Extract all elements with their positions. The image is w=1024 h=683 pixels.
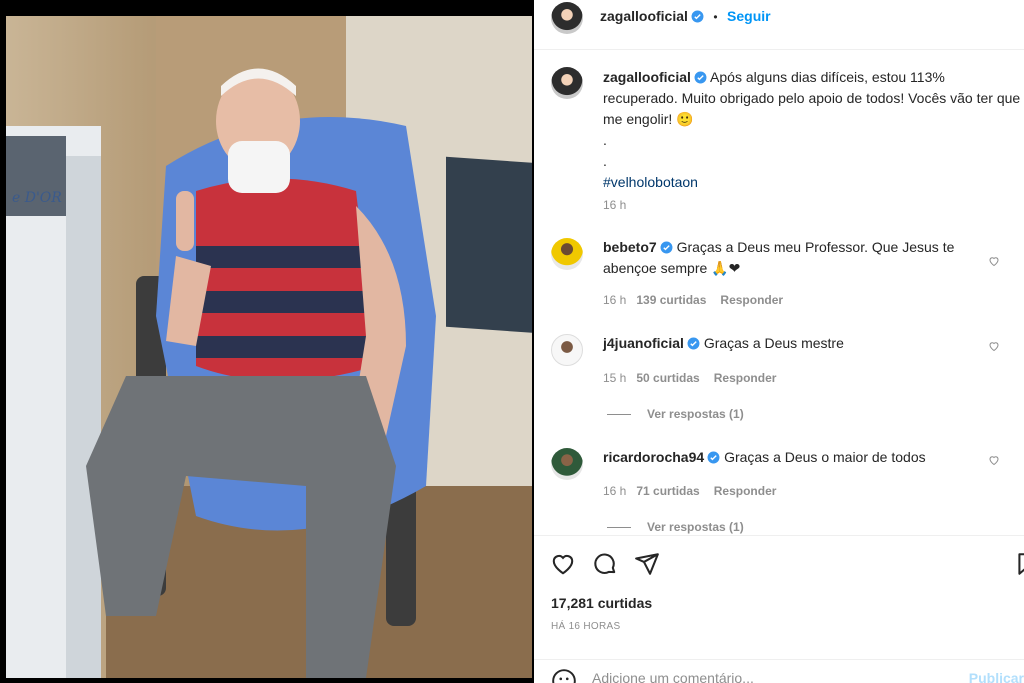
- post-timestamp: HÁ 16 HORAS: [551, 621, 621, 632]
- caption-dot: .: [603, 153, 607, 169]
- svg-text:e D'OR: e D'OR: [12, 190, 62, 206]
- comment-time: 16 h: [603, 484, 627, 498]
- comment-username[interactable]: ricardorocha94: [603, 449, 704, 465]
- view-replies-button[interactable]: Ver respostas (1): [607, 407, 744, 421]
- comment-likes[interactable]: 71 curtidas: [636, 484, 699, 498]
- comment-bubble-icon[interactable]: [592, 551, 618, 577]
- header-separator: •: [713, 10, 718, 24]
- avatar[interactable]: [551, 334, 583, 366]
- publish-button[interactable]: Publicar: [969, 670, 1024, 683]
- comment-time: 15 h: [603, 371, 627, 385]
- caption: zagallooficial Após alguns dias difíceis…: [603, 67, 1023, 193]
- reply-button[interactable]: Responder: [714, 371, 777, 385]
- post-photo[interactable]: e D'OR: [0, 0, 534, 683]
- verified-badge-icon: [694, 71, 707, 84]
- bookmark-icon[interactable]: [1014, 551, 1024, 577]
- photo-illustration: e D'OR: [6, 16, 532, 678]
- hashtag-link[interactable]: #velholobotaon: [603, 172, 1023, 193]
- heart-icon[interactable]: [988, 454, 1000, 466]
- post-side-panel: zagallooficial • Seguir zagallooficial A…: [534, 0, 1024, 683]
- comment-text: Graças a Deus o maior de todos: [724, 449, 926, 465]
- comment-username[interactable]: bebeto7: [603, 239, 657, 255]
- caption-time: 16 h: [603, 198, 627, 212]
- divider: [607, 527, 631, 529]
- comment: j4juanoficial Graças a Deus mestre: [603, 333, 973, 354]
- likes-count[interactable]: 17,281 curtidas: [551, 595, 652, 611]
- view-replies-label: Ver respostas (1): [647, 520, 744, 534]
- smiley-icon[interactable]: [551, 668, 577, 683]
- comment: bebeto7 Graças a Deus meu Professor. Que…: [603, 237, 973, 279]
- header-username[interactable]: zagallooficial: [600, 8, 688, 24]
- reply-button[interactable]: Responder: [714, 484, 777, 498]
- post-image: e D'OR: [6, 16, 532, 678]
- verified-badge-icon: [687, 337, 700, 350]
- heart-icon[interactable]: [550, 551, 576, 577]
- add-comment-bar: Adicione um comentário... Publicar: [534, 659, 1024, 683]
- reply-button[interactable]: Responder: [720, 293, 783, 307]
- post-actions: 17,281 curtidas HÁ 16 HORAS Adicione um …: [534, 535, 1024, 683]
- avatar[interactable]: [551, 2, 583, 34]
- comment-text: Graças a Deus mestre: [703, 335, 844, 351]
- caption-dot: .: [603, 132, 607, 148]
- verified-badge-icon: [660, 241, 673, 254]
- heart-icon[interactable]: [988, 255, 1000, 267]
- comment-likes[interactable]: 139 curtidas: [636, 293, 706, 307]
- paper-plane-icon[interactable]: [634, 551, 660, 577]
- post-header: zagallooficial • Seguir: [534, 0, 1024, 50]
- caption-username[interactable]: zagallooficial: [603, 69, 691, 85]
- comment-likes[interactable]: 50 curtidas: [636, 371, 699, 385]
- comment-username[interactable]: j4juanoficial: [603, 335, 684, 351]
- verified-badge-icon: [707, 451, 720, 464]
- avatar[interactable]: [551, 448, 583, 480]
- avatar[interactable]: [551, 238, 583, 270]
- divider: [607, 414, 631, 416]
- comment-meta: 15 h 50 curtidas Responder: [603, 371, 776, 385]
- avatar[interactable]: [551, 67, 583, 99]
- comment-meta: 16 h 71 curtidas Responder: [603, 484, 776, 498]
- comment-meta: 16 h 139 curtidas Responder: [603, 293, 783, 307]
- view-replies-label: Ver respostas (1): [647, 407, 744, 421]
- heart-icon[interactable]: [988, 340, 1000, 352]
- follow-button[interactable]: Seguir: [727, 8, 771, 24]
- comment: ricardorocha94 Graças a Deus o maior de …: [603, 447, 973, 468]
- header-user: zagallooficial • Seguir: [600, 8, 771, 26]
- view-replies-button[interactable]: Ver respostas (1): [607, 520, 744, 534]
- verified-badge-icon: [691, 10, 704, 23]
- comment-input[interactable]: Adicione um comentário...: [592, 670, 754, 683]
- comment-time: 16 h: [603, 293, 627, 307]
